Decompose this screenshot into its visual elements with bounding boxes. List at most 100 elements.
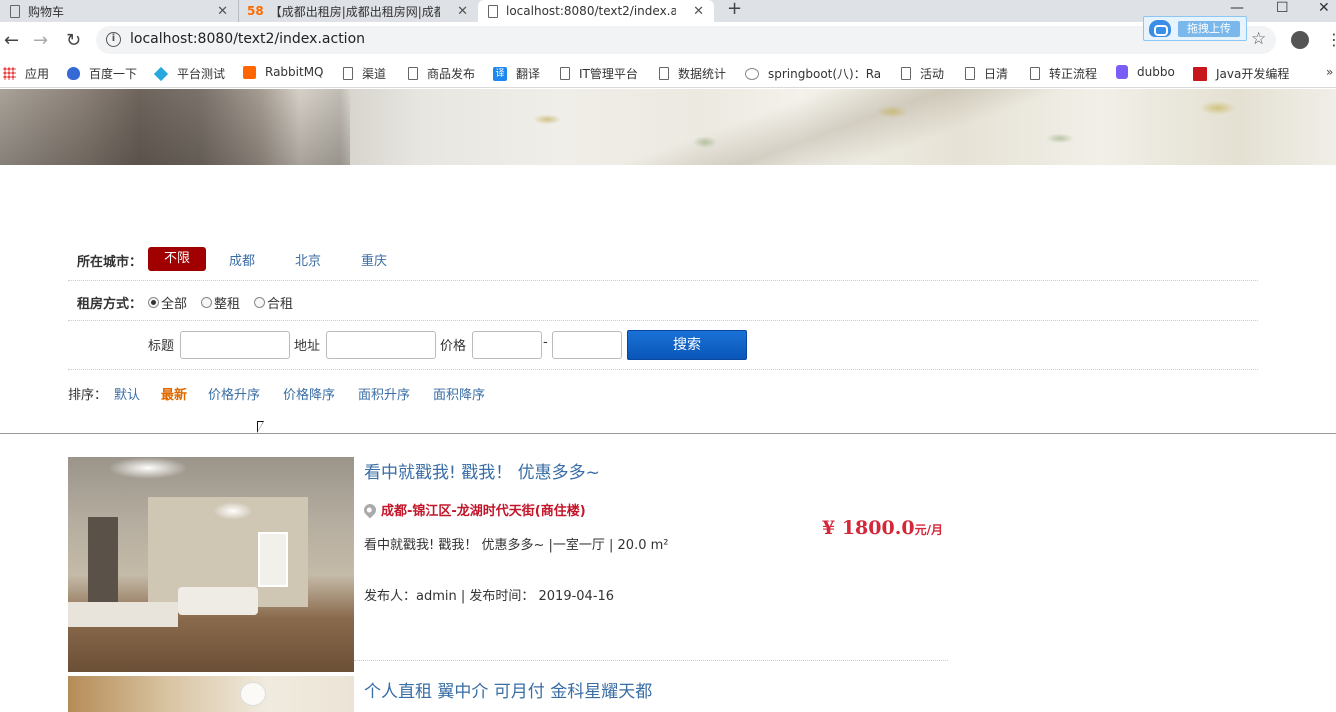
omnibox[interactable]: i localhost:8080/text2/index.action	[96, 26, 1276, 54]
upload-widget[interactable]: 拖拽上传	[1143, 16, 1247, 41]
listing-title[interactable]: 个人直租 翼中介 可月付 金科星耀天都	[364, 677, 652, 702]
bookmark-product-publish[interactable]: 商品发布	[408, 65, 475, 82]
tab-title: 购物车	[28, 4, 65, 19]
bookmarks-bar: 应用 百度一下 平台测试 RabbitMQ 渠道 商品发布 译翻译 IT管理平台…	[0, 58, 1336, 88]
listing-price: ¥ 1800.0元/月	[822, 517, 943, 539]
sort-area-desc[interactable]: 面积降序	[433, 384, 485, 403]
sort-price-desc[interactable]: 价格降序	[283, 384, 335, 403]
url-text[interactable]: localhost:8080/text2/index.action	[130, 31, 365, 47]
radio-checked-icon	[148, 297, 159, 308]
bookmark-star-icon[interactable]: ☆	[1251, 29, 1266, 49]
city-option-beijing[interactable]: 北京	[295, 250, 321, 269]
back-arrow-icon[interactable]: ←	[4, 30, 19, 51]
rabbitmq-icon	[243, 65, 256, 79]
close-tab-icon[interactable]: ✕	[217, 4, 228, 19]
search-row: 标题 地址 价格 - 搜索	[68, 322, 1258, 370]
title-input[interactable]	[180, 331, 290, 359]
bookmark-stats[interactable]: 数据统计	[659, 65, 726, 82]
banner-image	[0, 89, 1336, 165]
reload-icon[interactable]: ↻	[66, 30, 81, 51]
bookmark-java[interactable]: Java开发编程	[1193, 65, 1289, 82]
page-icon	[965, 67, 975, 80]
bookmark-channel[interactable]: 渠道	[343, 65, 386, 82]
rent-type-all-radio[interactable]: 全部	[148, 293, 187, 312]
window-close-button[interactable]: ✕	[1318, 0, 1330, 16]
listing-description: 看中就戳我! 戳我！ 优惠多多~ |一室一厅 | 20.0 m²	[364, 538, 669, 553]
dubbo-icon	[1116, 65, 1128, 79]
java-icon	[1193, 66, 1207, 81]
translate-icon: 译	[493, 66, 507, 81]
bookmark-daily[interactable]: 日清	[965, 65, 1008, 82]
listing-address: 成都-锦江区-龙湖时代天街(商住楼)	[361, 500, 586, 519]
listing-photo[interactable]	[68, 457, 354, 672]
sort-area-asc[interactable]: 面积升序	[358, 384, 410, 403]
listing-publisher: 发布人：admin | 发布时间： 2019-04-16	[364, 589, 615, 604]
rent-type-whole-radio[interactable]: 整租	[201, 293, 240, 312]
bookmark-apps[interactable]: 应用	[3, 65, 49, 82]
location-pin-icon	[361, 501, 379, 518]
maximize-button[interactable]: ☐	[1276, 0, 1289, 16]
bookmark-platform-test[interactable]: 平台测试	[153, 65, 225, 82]
upload-label: 拖拽上传	[1178, 21, 1240, 37]
radio-unchecked-icon	[201, 297, 212, 308]
bookmark-springboot[interactable]: springboot(八)：Ra	[745, 65, 883, 82]
bookmark-dubbo[interactable]: dubbo	[1116, 65, 1175, 79]
city-option-any[interactable]: 不限	[148, 247, 206, 271]
radio-unchecked-icon	[254, 297, 265, 308]
more-bookmarks-icon[interactable]: »	[1326, 65, 1333, 79]
listing-separator	[354, 660, 948, 661]
sort-newest[interactable]: 最新	[161, 384, 187, 403]
bookmark-activity[interactable]: 活动	[901, 65, 944, 82]
city-option-chongqing[interactable]: 重庆	[361, 250, 387, 269]
price-min-input[interactable]	[472, 331, 542, 359]
browser-tab-active[interactable]: localhost:8080/text2/index.acti ✕	[478, 0, 714, 22]
bookmark-rabbitmq[interactable]: RabbitMQ	[243, 65, 324, 79]
tab-title: 【成都出租房|成都出租房网|成都	[269, 4, 440, 19]
page-icon	[343, 67, 353, 80]
account-icon[interactable]	[1291, 31, 1309, 49]
listing-photo[interactable]	[68, 676, 354, 712]
58-logo-icon: 58	[247, 4, 264, 18]
minimize-button[interactable]: —	[1230, 0, 1244, 16]
price-label: 价格	[440, 339, 467, 354]
bookmark-regularization[interactable]: 转正流程	[1030, 65, 1097, 82]
rent-type-filter-row: 租房方式： 全部 整租 合租	[68, 282, 1258, 321]
page-icon	[901, 67, 911, 80]
site-info-icon[interactable]: i	[106, 32, 121, 47]
city-filter-label: 所在城市：	[77, 255, 143, 270]
price-separator: -	[543, 335, 548, 350]
browser-tab-strip: 购物车 ✕ 58 【成都出租房|成都出租房网|成都 ✕ localhost:80…	[0, 0, 1336, 22]
browser-tab-58[interactable]: 58 【成都出租房|成都出租房网|成都 ✕	[238, 0, 478, 22]
listing-title[interactable]: 看中就戳我! 戳我！ 优惠多多~	[364, 458, 600, 483]
bookmark-it-platform[interactable]: IT管理平台	[560, 65, 638, 82]
close-tab-icon[interactable]: ✕	[693, 4, 704, 19]
menu-kebab-icon[interactable]: ⋮	[1326, 30, 1336, 49]
new-tab-button[interactable]: +	[727, 0, 742, 19]
price-max-input[interactable]	[552, 331, 622, 359]
apps-grid-icon	[3, 67, 16, 80]
mouse-cursor-icon	[257, 421, 264, 433]
address-input[interactable]	[326, 331, 436, 359]
baidu-paw-icon	[67, 67, 80, 80]
address-label: 地址	[294, 339, 321, 354]
diamond-icon	[153, 66, 169, 81]
price-unit: 元/月	[914, 523, 943, 537]
page-icon	[10, 4, 20, 18]
forward-arrow-icon[interactable]: →	[33, 30, 48, 51]
cloud-icon	[1149, 20, 1171, 37]
page-icon	[659, 67, 669, 80]
close-tab-icon[interactable]: ✕	[457, 4, 468, 19]
page-icon	[408, 67, 418, 80]
browser-tab-cart[interactable]: 购物车 ✕	[0, 0, 238, 22]
rent-type-shared-radio[interactable]: 合租	[254, 293, 293, 312]
city-filter-row: 所在城市： 不限 成都 北京 重庆	[68, 238, 1258, 281]
site-icon	[745, 67, 759, 80]
city-option-chengdu[interactable]: 成都	[229, 250, 255, 269]
bookmark-translate[interactable]: 译翻译	[493, 65, 540, 82]
bookmark-baidu[interactable]: 百度一下	[67, 65, 137, 82]
sort-default[interactable]: 默认	[114, 384, 140, 403]
page-icon	[560, 67, 570, 80]
sort-price-asc[interactable]: 价格升序	[208, 384, 260, 403]
rent-type-label: 租房方式：	[77, 297, 143, 312]
search-button[interactable]: 搜索	[627, 330, 747, 360]
